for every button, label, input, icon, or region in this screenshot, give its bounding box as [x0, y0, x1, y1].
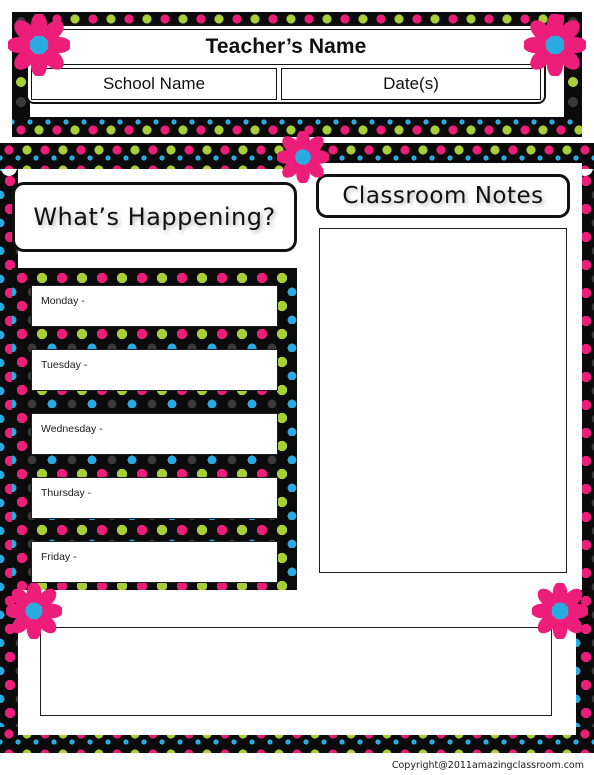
weekdays-panel: Monday - Tuesday - Wednesday - Thursday …: [12, 268, 297, 590]
copyright-notice: Copyright@2011amazingclassroom.com: [391, 760, 584, 771]
day-row-tuesday[interactable]: Tuesday -: [31, 349, 278, 391]
flower-icon: [6, 583, 62, 639]
flower-icon: [8, 14, 70, 76]
day-label-thursday: Thursday -: [41, 487, 92, 499]
day-label-wednesday: Wednesday -: [41, 423, 103, 435]
header-second-row: School Name Date(s): [31, 68, 541, 100]
teacher-name-label: Teacher’s Name: [205, 35, 367, 58]
day-row-friday[interactable]: Friday -: [31, 541, 278, 583]
classroom-notes-title-box: Classroom Notes: [316, 174, 570, 218]
day-row-wednesday[interactable]: Wednesday -: [31, 413, 278, 455]
bottom-note-input[interactable]: [40, 627, 552, 716]
classroom-notes-title: Classroom Notes: [342, 183, 544, 209]
day-label-tuesday: Tuesday -: [41, 359, 88, 371]
day-row-monday[interactable]: Monday -: [31, 285, 278, 327]
flower-icon: [532, 583, 588, 639]
day-row-thursday[interactable]: Thursday -: [31, 477, 278, 519]
whats-happening-title-box: What’s Happening?: [12, 182, 297, 252]
classroom-notes-panel: Classroom Notes: [305, 163, 582, 590]
flower-icon: [524, 14, 586, 76]
day-label-friday: Friday -: [41, 551, 77, 563]
school-name-label: School Name: [102, 74, 206, 93]
day-label-monday: Monday -: [41, 295, 85, 307]
dates-label: Date(s): [383, 74, 439, 93]
teacher-name-field[interactable]: Teacher’s Name: [31, 29, 541, 65]
header-field-group: Teacher’s Name School Name Date(s): [26, 24, 546, 104]
classroom-notes-input[interactable]: [319, 228, 567, 573]
newsletter-page: Teacher’s Name School Name Date(s) What’…: [0, 0, 594, 775]
whats-happening-title: What’s Happening?: [33, 203, 276, 231]
flower-icon: [277, 131, 329, 183]
dates-field[interactable]: Date(s): [281, 68, 541, 100]
